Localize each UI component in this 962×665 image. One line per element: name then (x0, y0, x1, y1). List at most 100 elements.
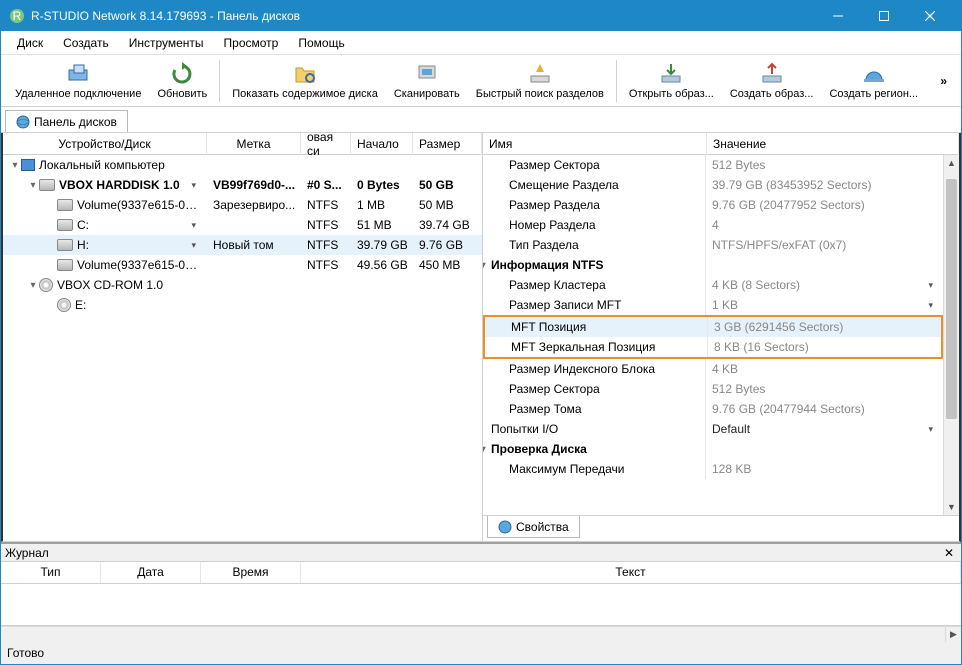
toolbar-remote-button[interactable]: Удаленное подключение (7, 57, 149, 105)
toolbar-scan-button[interactable]: Сканировать (386, 57, 468, 105)
cell: NTFS (301, 255, 351, 275)
window-title: R-STUDIO Network 8.14.179693 - Панель ди… (31, 9, 815, 23)
property-row[interactable]: Номер Раздела4 (483, 215, 943, 235)
col-label[interactable]: Метка (207, 133, 301, 155)
maximize-button[interactable] (861, 1, 907, 31)
tree-toggle-icon[interactable] (45, 219, 57, 231)
cell: #0 S... (301, 175, 351, 195)
col-value[interactable]: Значение (707, 133, 959, 155)
cell: Новый том (207, 235, 301, 255)
menu-помощь[interactable]: Помощь (288, 33, 354, 53)
property-row[interactable]: Тип РазделаNTFS/HPFS/exFAT (0x7) (483, 235, 943, 255)
tree-toggle-icon[interactable]: ▾ (27, 279, 39, 291)
tab-drives-panel[interactable]: Панель дисков (5, 110, 128, 132)
cell (413, 275, 482, 295)
property-row[interactable]: Размер Тома9.76 GB (20477944 Sectors) (483, 399, 943, 419)
tree-toggle-icon[interactable]: ▾ (27, 179, 39, 191)
close-button[interactable] (907, 1, 953, 31)
toolbar-label: Быстрый поиск разделов (476, 88, 604, 100)
journal-close-button[interactable]: ✕ (941, 546, 957, 560)
toolbar-refresh-button[interactable]: Обновить (149, 57, 215, 105)
tree-toggle-icon[interactable] (45, 199, 57, 211)
chevron-down-icon[interactable]: ▾ (187, 220, 200, 231)
drive-icon (39, 179, 55, 191)
cell: NTFS (301, 215, 351, 235)
device-row[interactable]: ▾VBOX CD-ROM 1.0 (3, 275, 482, 295)
property-name: Номер Раздела (509, 218, 596, 232)
property-row[interactable]: MFT Зеркальная Позиция8 KB (16 Sectors) (485, 337, 941, 357)
col-size[interactable]: Размер (413, 133, 482, 155)
property-row[interactable]: ▾Проверка Диска (483, 439, 943, 459)
scroll-down-button[interactable]: ▼ (944, 499, 959, 515)
tree-toggle-icon[interactable]: ▾ (483, 443, 489, 455)
tab-properties[interactable]: Свойства (487, 516, 580, 538)
property-row[interactable]: Размер Сектора512 Bytes (483, 379, 943, 399)
col-device[interactable]: Устройство/Диск (3, 133, 207, 155)
toolbar-createimg-button[interactable]: Создать образ... (722, 57, 822, 105)
cell: NTFS (301, 195, 351, 215)
openimg-icon (659, 62, 683, 86)
property-name: Размер Сектора (509, 158, 600, 172)
device-row[interactable]: ▾Локальный компьютер (3, 155, 482, 175)
toolbar-overflow-button[interactable]: » (932, 74, 955, 88)
chevron-down-icon[interactable]: ▾ (924, 300, 937, 311)
device-row[interactable]: Volume(9337e615-00...Зарезервиро...NTFS1… (3, 195, 482, 215)
property-row[interactable]: Размер Кластера4 KB (8 Sectors)▾ (483, 275, 943, 295)
menu-просмотр[interactable]: Просмотр (214, 33, 289, 53)
device-row[interactable]: H:▾Новый томNTFS39.79 GB9.76 GB (3, 235, 482, 255)
col-fs[interactable]: овая си (301, 133, 351, 155)
property-row[interactable]: ▾Информация NTFS (483, 255, 943, 275)
property-row[interactable]: Размер Записи MFT1 KB▾ (483, 295, 943, 315)
cdrom-icon (39, 278, 53, 292)
device-row[interactable]: C:▾NTFS51 MB39.74 GB (3, 215, 482, 235)
chevron-down-icon[interactable]: ▾ (187, 240, 200, 251)
minimize-button[interactable] (815, 1, 861, 31)
property-row[interactable]: Размер Индексного Блока4 KB (483, 359, 943, 379)
property-row[interactable]: Максимум Передачи128 KB (483, 459, 943, 479)
menu-создать[interactable]: Создать (53, 33, 119, 53)
property-row[interactable]: Размер Сектора512 Bytes (483, 155, 943, 175)
refresh-icon (170, 62, 194, 86)
toolbar-show-button[interactable]: Показать содержимое диска (224, 57, 386, 105)
chevron-down-icon[interactable]: ▾ (924, 280, 937, 291)
cell (207, 255, 301, 275)
scroll-up-button[interactable]: ▲ (944, 155, 959, 171)
tree-toggle-icon[interactable] (45, 259, 57, 271)
scan-icon (415, 62, 439, 86)
menu-диск[interactable]: Диск (7, 33, 53, 53)
jcol-date[interactable]: Дата (101, 562, 201, 583)
jcol-time[interactable]: Время (201, 562, 301, 583)
toolbar-createreg-button[interactable]: Создать регион... (821, 57, 926, 105)
property-row[interactable]: Смещение Раздела39.79 GB (83453952 Secto… (483, 175, 943, 195)
jcol-text[interactable]: Текст (301, 562, 961, 583)
cell: 39.79 GB (351, 235, 413, 255)
cell (207, 295, 301, 315)
cell: 49.56 GB (351, 255, 413, 275)
toolbar-label: Сканировать (394, 88, 460, 100)
toolbar-quick-button[interactable]: Быстрый поиск разделов (468, 57, 612, 105)
toolbar-openimg-button[interactable]: Открыть образ... (621, 57, 722, 105)
cell: 9.76 GB (413, 235, 482, 255)
property-name: Информация NTFS (491, 258, 604, 272)
property-name: Тип Раздела (509, 238, 579, 252)
chevron-down-icon[interactable]: ▾ (924, 424, 937, 435)
col-start[interactable]: Начало (351, 133, 413, 155)
jcol-type[interactable]: Тип (1, 562, 101, 583)
cell (351, 295, 413, 315)
property-row[interactable]: Попытки I/ODefault▾ (483, 419, 943, 439)
property-row[interactable]: Размер Раздела9.76 GB (20477952 Sectors) (483, 195, 943, 215)
tree-toggle-icon[interactable] (45, 239, 57, 251)
col-name[interactable]: Имя (483, 133, 707, 155)
device-row[interactable]: E: (3, 295, 482, 315)
scrollbar-vertical[interactable]: ▲ ▼ (943, 155, 959, 515)
menu-инструменты[interactable]: Инструменты (119, 33, 214, 53)
tree-toggle-icon[interactable]: ▾ (9, 159, 21, 171)
device-row[interactable]: Volume(9337e615-00...NTFS49.56 GB450 MB (3, 255, 482, 275)
tree-toggle-icon[interactable]: ▾ (483, 259, 489, 271)
globe-icon (16, 115, 30, 129)
property-row[interactable]: MFT Позиция3 GB (6291456 Sectors) (485, 317, 941, 337)
tree-toggle-icon[interactable] (45, 299, 57, 311)
chevron-down-icon[interactable]: ▾ (187, 180, 200, 191)
property-name: Размер Раздела (509, 198, 600, 212)
device-row[interactable]: ▾VBOX HARDDISK 1.0▾VB99f769d0-...#0 S...… (3, 175, 482, 195)
